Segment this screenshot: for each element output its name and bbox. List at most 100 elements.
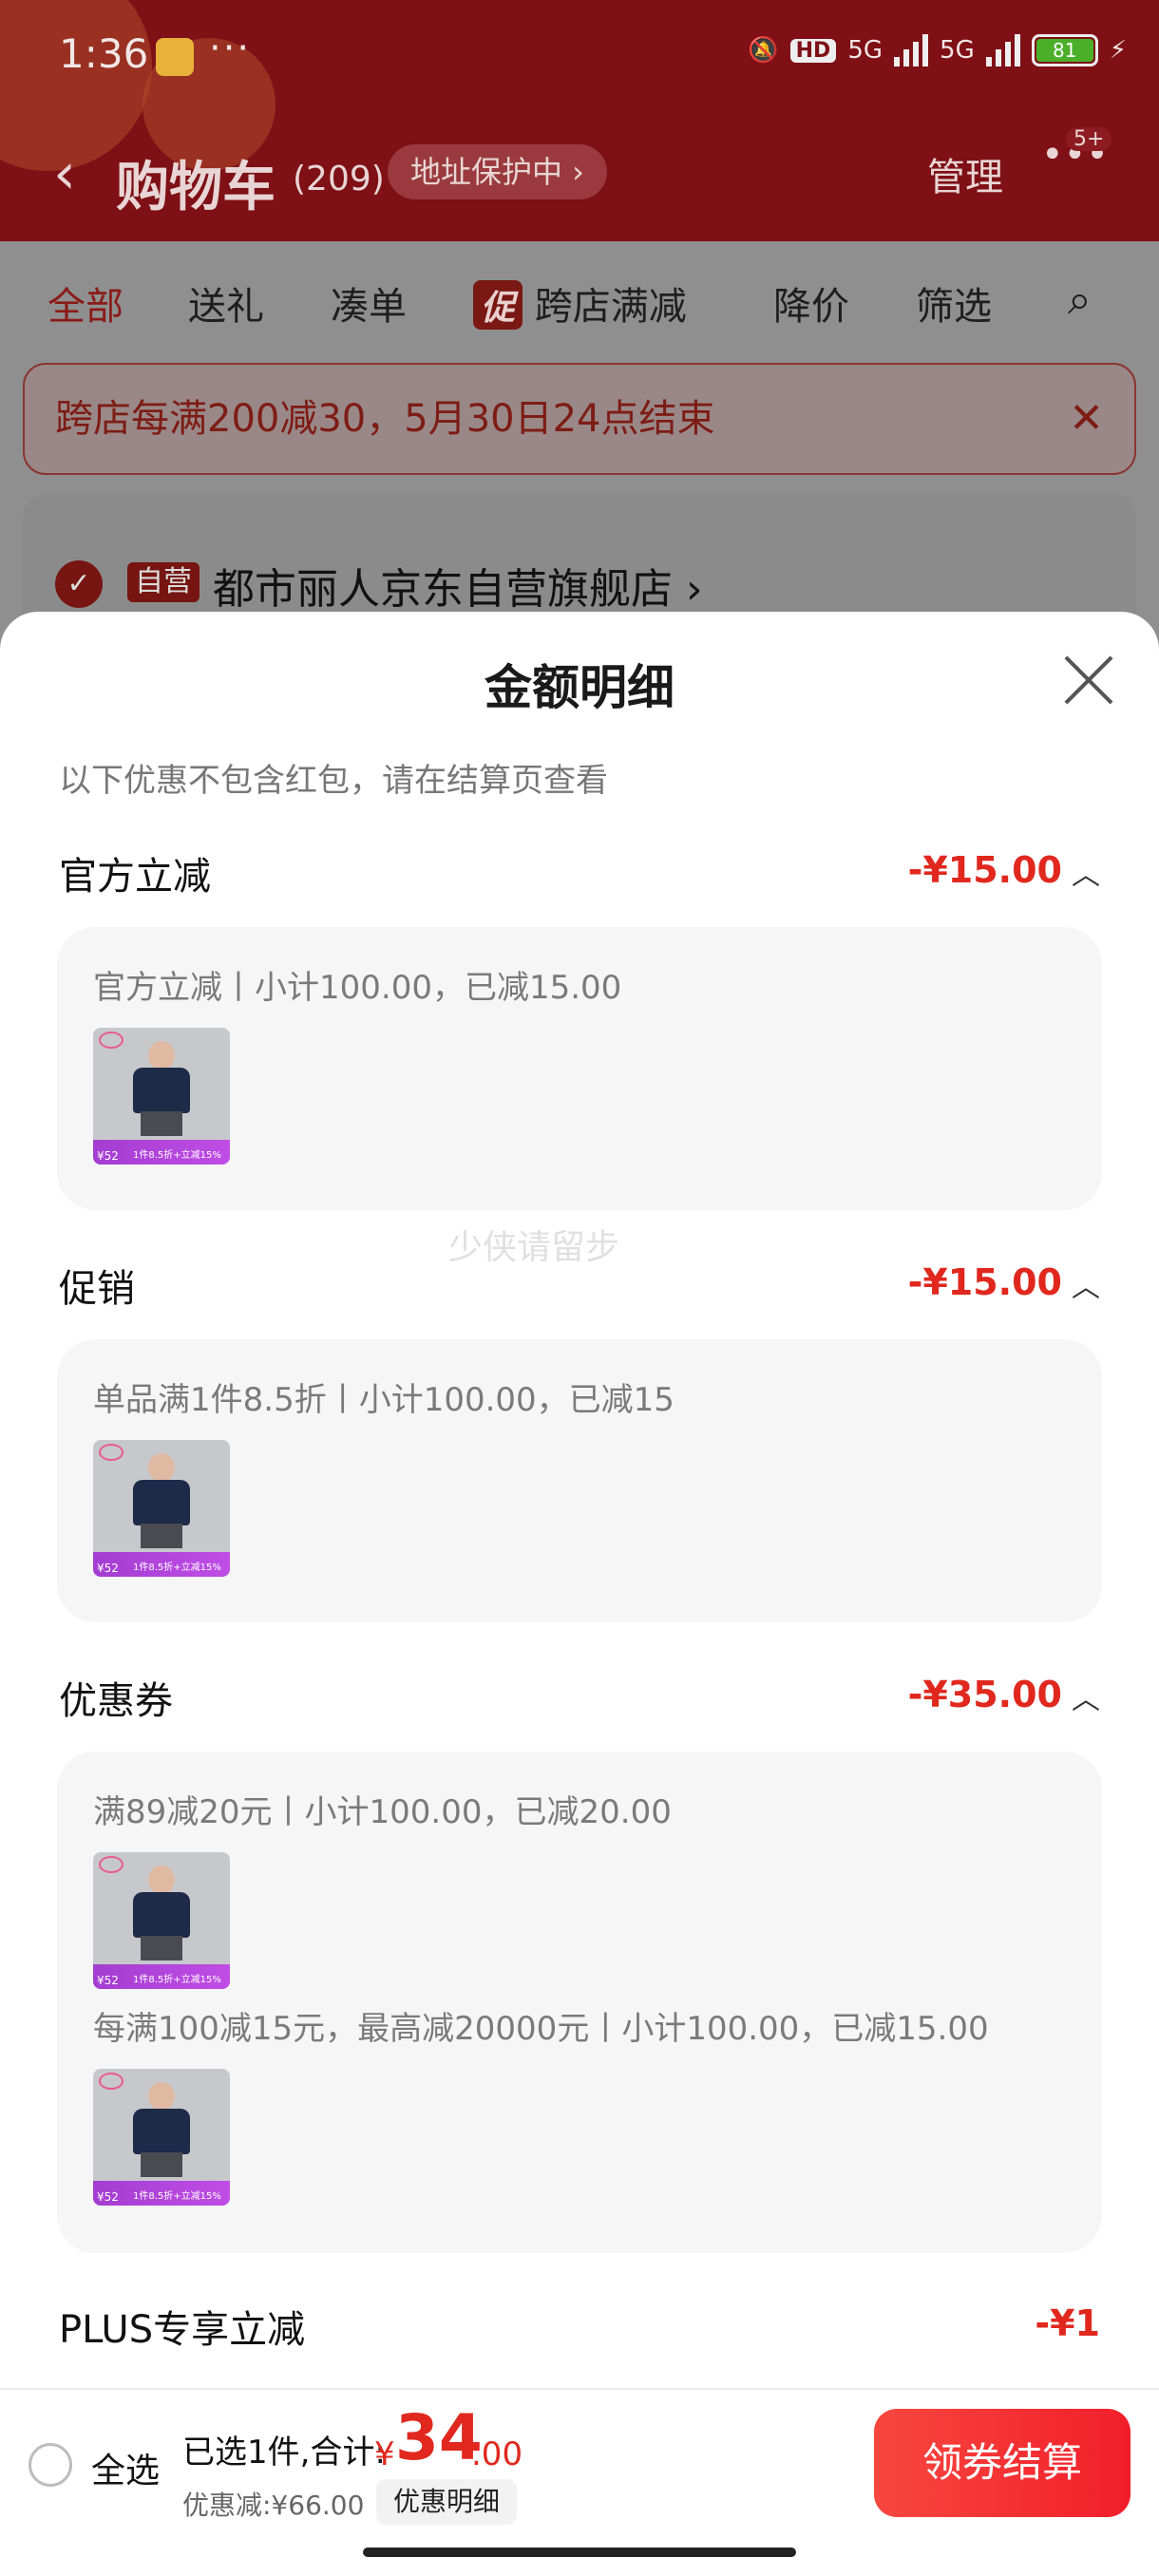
- total-decimal: .00: [471, 2435, 523, 2473]
- model-tshirt: [133, 1068, 190, 1113]
- tab-filter[interactable]: 筛选: [916, 275, 992, 331]
- chevron-up-icon: ︿: [1072, 859, 1100, 892]
- chevron-up-icon: ︿: [1072, 1683, 1100, 1716]
- model-tshirt: [133, 2109, 190, 2154]
- back-icon[interactable]: ‹: [53, 141, 76, 207]
- home-indicator[interactable]: [363, 2548, 796, 2557]
- section-label: 优惠券: [59, 1679, 173, 1723]
- detail-line: 官方立减丨小计100.00，已减15.00: [93, 969, 622, 1007]
- signal-icon: [985, 34, 1020, 66]
- notification-icon: [156, 38, 194, 76]
- section-detail-box: 官方立减丨小计100.00，已减15.00 ¥52 1件8.5折+立减15%: [57, 927, 1102, 1210]
- model-pants: [141, 1936, 182, 1960]
- hd-icon: HD: [789, 38, 837, 63]
- section-plus-discount[interactable]: PLUS专享立减 -¥1: [59, 2299, 1100, 2356]
- sheet-title: 金额明细: [484, 660, 674, 715]
- tab-price-drop[interactable]: 降价: [773, 275, 849, 331]
- model-pants: [141, 2152, 182, 2177]
- brand-logo-icon: [99, 1856, 124, 1873]
- tab-cross-store[interactable]: 促 跨店满减: [473, 275, 687, 331]
- brand-logo-icon: [99, 2073, 124, 2090]
- section-amount: -¥15.00: [907, 849, 1062, 891]
- thumb-price: ¥52: [97, 2190, 119, 2204]
- section-detail-box: 满89减20元丨小计100.00，已减20.00 ¥52 1件8.5折+立减15…: [57, 1752, 1102, 2253]
- model-tshirt: [133, 1892, 190, 1938]
- model-tshirt: [133, 1480, 190, 1525]
- tab-bundle[interactable]: 凑单: [331, 275, 407, 331]
- more-notifications-icon: ···: [209, 27, 252, 70]
- network-label: 5G: [940, 36, 975, 65]
- section-promotion[interactable]: 促销 -¥15.00 ︿: [59, 1258, 1100, 1315]
- thumb-caption: 1件8.5折+立减15%: [133, 2191, 221, 2202]
- tab-all[interactable]: 全部: [48, 275, 124, 331]
- promo-banner-text: 跨店每满200减30，5月30日24点结束: [55, 397, 715, 441]
- section-official-discount[interactable]: 官方立减 -¥15.00 ︿: [59, 845, 1100, 902]
- message-badge: 5+: [1066, 127, 1112, 151]
- section-label: 官方立减: [59, 855, 211, 899]
- promo-banner: 跨店每满200减30，5月30日24点结束 ✕: [23, 363, 1136, 475]
- section-label: 促销: [59, 1267, 135, 1311]
- filter-tabs: 全部 送礼 凑单 促 跨店满减 降价 筛选 ⌕: [0, 241, 1159, 355]
- thumb-caption: 1件8.5折+立减15%: [133, 1150, 221, 1161]
- sheet-note: 以下优惠不包含红包，请在结算页查看: [59, 762, 608, 800]
- amount-detail-sheet: 金额明细 以下优惠不包含红包，请在结算页查看 官方立减 -¥15.00 ︿ 官方…: [0, 612, 1159, 2576]
- cart-count: (209): [293, 160, 385, 199]
- close-icon[interactable]: [1060, 652, 1117, 709]
- product-thumbnail[interactable]: ¥52 1件8.5折+立减15%: [93, 2069, 230, 2206]
- status-icons: 🔕 HD 5G 5G 81 ⚡: [748, 34, 1127, 66]
- product-thumbnail[interactable]: ¥52 1件8.5折+立减15%: [93, 1440, 230, 1577]
- manage-button[interactable]: 管理: [927, 146, 1003, 201]
- product-thumbnail[interactable]: ¥52 1件8.5折+立减15%: [93, 1028, 230, 1165]
- network-label: 5G: [847, 36, 884, 65]
- section-amount: -¥35.00: [907, 1674, 1062, 1715]
- model-head: [148, 1041, 175, 1070]
- section-amount: -¥1: [1035, 2302, 1100, 2344]
- store-name[interactable]: 都市丽人京东自营旗舰店 ›: [213, 555, 703, 616]
- page-title: 购物车: [116, 157, 276, 218]
- battery-level: 81: [1036, 39, 1093, 62]
- detail-line: 单品满1件8.5折丨小计100.00，已减15: [93, 1381, 674, 1419]
- search-icon[interactable]: ⌕: [1068, 275, 1092, 324]
- section-amount: -¥15.00: [907, 1261, 1062, 1303]
- model-pants: [141, 1111, 182, 1136]
- tab-gift[interactable]: 送礼: [188, 275, 264, 331]
- top-nav: ‹ 购物车 (209) 地址保护中 › 管理 ••• 5+: [0, 123, 1159, 218]
- promo-icon: 促: [473, 280, 523, 330]
- total-integer: 34: [395, 2401, 483, 2474]
- self-operated-tag: 自营: [127, 562, 200, 602]
- selected-total-label: 已选1件,合计:: [182, 2434, 386, 2472]
- product-thumbnail[interactable]: ¥52 1件8.5折+立减15%: [93, 1852, 230, 1989]
- tab-cross-store-label: 跨店满减: [534, 285, 687, 329]
- select-all-label[interactable]: 全选: [91, 2443, 160, 2492]
- close-icon[interactable]: ✕: [1069, 365, 1104, 473]
- checkbox-checked-icon[interactable]: ✓: [55, 560, 103, 608]
- chevron-up-icon: ︿: [1072, 1271, 1100, 1304]
- model-head: [148, 1866, 175, 1894]
- model-head: [148, 1453, 175, 1482]
- battery-icon: 81: [1031, 34, 1098, 66]
- app-header: 1:36 ··· 🔕 HD 5G 5G 81 ⚡ ‹ 购物车 (209) 地址保…: [0, 0, 1159, 241]
- currency-symbol: ¥: [374, 2435, 395, 2473]
- detail-line: 满89减20元丨小计100.00，已减20.00: [93, 1793, 672, 1831]
- mute-bell-icon: 🔕: [748, 36, 779, 65]
- charging-icon: ⚡: [1109, 36, 1127, 65]
- thumb-caption: 1件8.5折+立减15%: [133, 1975, 221, 1985]
- thumb-caption: 1件8.5折+立减15%: [133, 1563, 221, 1573]
- thumb-price: ¥52: [97, 1974, 119, 1987]
- section-detail-box: 单品满1件8.5折丨小计100.00，已减15 ¥52 1件8.5折+立减15%: [57, 1339, 1102, 1622]
- brand-logo-icon: [99, 1032, 124, 1049]
- discount-detail-button[interactable]: 优惠明细: [376, 2479, 518, 2525]
- thumb-price: ¥52: [97, 1562, 119, 1575]
- model-pants: [141, 1524, 182, 1548]
- discount-total: 优惠减:¥66.00: [182, 2490, 365, 2521]
- select-all-radio[interactable]: [28, 2443, 72, 2487]
- status-bar: 1:36 ··· 🔕 HD 5G 5G 81 ⚡: [0, 0, 1159, 114]
- section-label: PLUS专享立减: [59, 2308, 306, 2352]
- address-protection-pill[interactable]: 地址保护中 ›: [388, 144, 607, 199]
- section-coupon[interactable]: 优惠券 -¥35.00 ︿: [59, 1670, 1100, 1727]
- brand-logo-icon: [99, 1444, 124, 1461]
- detail-line: 每满100减15元，最高减20000元丨小计100.00，已减15.00: [93, 2010, 989, 2048]
- status-time: 1:36: [59, 30, 149, 77]
- thumb-price: ¥52: [97, 1149, 119, 1163]
- checkout-button[interactable]: 领券结算: [874, 2409, 1130, 2517]
